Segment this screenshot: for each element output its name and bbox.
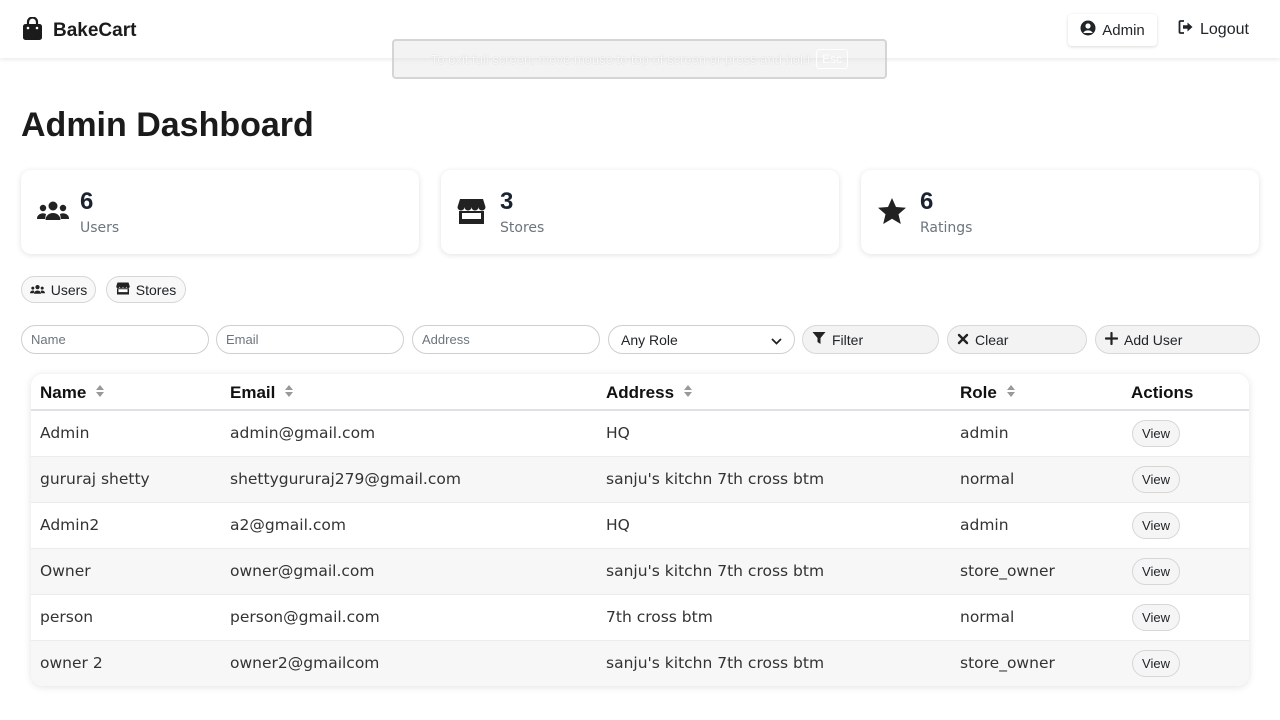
- plus-icon: [1104, 331, 1119, 348]
- address-filter-input[interactable]: [412, 325, 600, 354]
- view-button[interactable]: View: [1132, 512, 1180, 539]
- user-circle-icon: [1080, 20, 1096, 40]
- cell-address: sanju's kitchn 7th cross btm: [606, 470, 825, 488]
- fullscreen-notice: To exit full screen, move mouse to top o…: [392, 39, 887, 79]
- cell-address: sanju's kitchn 7th cross btm: [606, 562, 825, 580]
- sort-icon: [683, 383, 693, 403]
- table-row: Admin admin@gmail.com HQ admin View: [31, 411, 1249, 457]
- table-row: gururaj shetty shettygururaj279@gmail.co…: [31, 457, 1249, 503]
- view-button[interactable]: View: [1132, 420, 1180, 447]
- stat-card-users: 6 Users: [21, 170, 419, 254]
- fullscreen-notice-text: To exit full screen, move mouse to top o…: [430, 51, 811, 67]
- stat-card-stores: 3 Stores: [441, 170, 839, 254]
- brand[interactable]: BakeCart: [22, 16, 137, 45]
- cell-email: person@gmail.com: [230, 608, 380, 626]
- sort-icon: [1006, 383, 1016, 403]
- column-header-label: Role: [960, 383, 997, 402]
- cell-email: a2@gmail.com: [230, 516, 346, 534]
- page-title: Admin Dashboard: [21, 106, 314, 144]
- cell-name: owner 2: [40, 654, 103, 672]
- cell-name: Owner: [40, 562, 91, 580]
- tab-stores[interactable]: Stores: [106, 276, 186, 303]
- cell-address: 7th cross btm: [606, 608, 713, 626]
- cell-name: Admin: [40, 424, 90, 442]
- stat-value: 6: [80, 188, 94, 215]
- users-icon: [29, 282, 45, 298]
- email-filter-input[interactable]: [216, 325, 404, 354]
- column-header-name[interactable]: Name: [40, 383, 105, 403]
- role-select-value: Any Role: [621, 331, 678, 348]
- stat-label: Ratings: [920, 220, 973, 236]
- tab-users[interactable]: Users: [21, 276, 96, 303]
- cell-name: gururaj shetty: [40, 470, 150, 488]
- table-row: owner 2 owner2@gmailcom sanju's kitchn 7…: [31, 641, 1249, 686]
- chevron-down-icon: [771, 332, 782, 348]
- view-button[interactable]: View: [1132, 466, 1180, 493]
- cell-email: admin@gmail.com: [230, 424, 376, 442]
- column-header-label: Email: [230, 383, 276, 402]
- stat-value: 6: [920, 188, 934, 215]
- logout-label: Logout: [1200, 20, 1249, 38]
- name-filter-input[interactable]: [21, 325, 209, 354]
- close-icon: [957, 332, 969, 348]
- users-icon: [36, 200, 70, 226]
- add-user-button[interactable]: Add User: [1095, 325, 1260, 354]
- brand-name: BakeCart: [53, 20, 137, 41]
- cell-address: HQ: [606, 424, 630, 442]
- store-icon: [116, 281, 130, 298]
- cell-name: person: [40, 608, 94, 626]
- view-button[interactable]: View: [1132, 650, 1180, 677]
- add-user-button-label: Add User: [1124, 331, 1183, 348]
- view-button[interactable]: View: [1132, 604, 1180, 631]
- column-header-address[interactable]: Address: [606, 383, 693, 403]
- stat-label: Stores: [500, 220, 545, 236]
- cell-email: owner@gmail.com: [230, 562, 375, 580]
- clear-button-label: Clear: [975, 331, 1009, 348]
- filter-button-label: Filter: [832, 331, 864, 348]
- table-row: Admin2 a2@gmail.com HQ admin View: [31, 503, 1249, 549]
- view-button[interactable]: View: [1132, 558, 1180, 585]
- column-header-actions: Actions: [1131, 383, 1193, 403]
- cell-role: admin: [960, 424, 1009, 442]
- star-icon: [877, 197, 907, 229]
- cell-role: normal: [960, 608, 1015, 626]
- role-select[interactable]: Any Role: [608, 325, 795, 354]
- table-header: Name Email Address Role Actions: [31, 374, 1249, 411]
- tab-stores-label: Stores: [135, 281, 177, 298]
- cell-name: Admin2: [40, 516, 100, 534]
- stat-value: 3: [500, 188, 514, 215]
- column-header-label: Name: [40, 383, 87, 402]
- table-row: Owner owner@gmail.com sanju's kitchn 7th…: [31, 549, 1249, 595]
- table-row: person person@gmail.com 7th cross btm no…: [31, 595, 1249, 641]
- cell-email: shettygururaj279@gmail.com: [230, 470, 461, 488]
- sort-icon: [95, 383, 105, 403]
- shopping-bag-icon: [22, 16, 43, 45]
- logout-button[interactable]: Logout: [1178, 19, 1249, 40]
- admin-label: Admin: [1102, 21, 1145, 39]
- cell-email: owner2@gmailcom: [230, 654, 380, 672]
- filter-icon: [812, 331, 826, 348]
- stat-card-ratings: 6 Ratings: [861, 170, 1259, 254]
- logout-icon: [1178, 19, 1194, 40]
- filter-button[interactable]: Filter: [802, 325, 939, 354]
- admin-profile-button[interactable]: Admin: [1068, 14, 1157, 46]
- stat-label: Users: [80, 220, 120, 236]
- cell-role: admin: [960, 516, 1009, 534]
- cell-address: sanju's kitchn 7th cross btm: [606, 654, 825, 672]
- cell-role: normal: [960, 470, 1015, 488]
- column-header-label: Address: [606, 383, 675, 402]
- esc-key-hint: Esc: [816, 49, 849, 69]
- cell-role: store_owner: [960, 654, 1055, 672]
- cell-role: store_owner: [960, 562, 1055, 580]
- column-header-label: Actions: [1131, 383, 1194, 402]
- store-icon: [457, 198, 486, 229]
- cell-address: HQ: [606, 516, 630, 534]
- column-header-email[interactable]: Email: [230, 383, 294, 403]
- clear-button[interactable]: Clear: [947, 325, 1087, 354]
- tab-users-label: Users: [50, 281, 88, 298]
- users-table: Name Email Address Role Actions Admin ad…: [31, 374, 1249, 686]
- column-header-role[interactable]: Role: [960, 383, 1016, 403]
- sort-icon: [284, 383, 294, 403]
